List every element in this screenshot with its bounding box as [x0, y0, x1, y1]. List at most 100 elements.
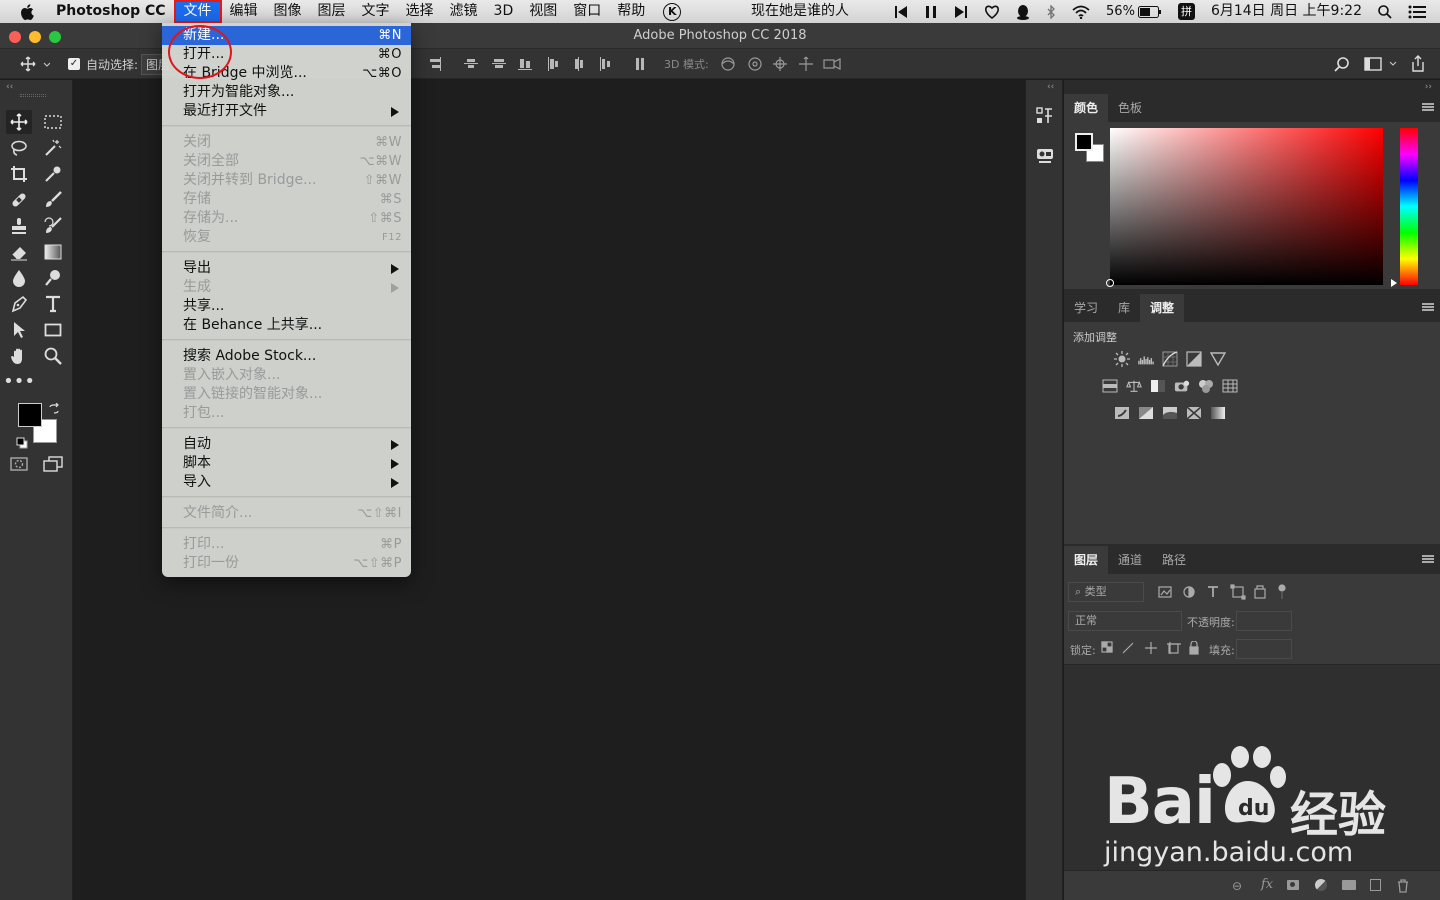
- vibrance-icon[interactable]: [1210, 352, 1226, 366]
- opacity-input[interactable]: [1236, 611, 1292, 631]
- layer-filter-dropdown[interactable]: ⌕ 类型: [1068, 582, 1144, 602]
- menu-3d[interactable]: 3D: [486, 0, 522, 23]
- new-group-icon[interactable]: [1342, 880, 1356, 890]
- zoom-window-button[interactable]: [49, 31, 61, 43]
- tab-libraries[interactable]: 库: [1108, 294, 1140, 322]
- pause-icon[interactable]: [924, 0, 938, 23]
- layers-panel-menu-icon[interactable]: [1422, 555, 1434, 563]
- foreground-color-swatch[interactable]: [18, 403, 42, 427]
- hand-tool-icon[interactable]: [6, 344, 32, 368]
- crop-tool-icon[interactable]: [6, 162, 32, 186]
- link-layers-icon[interactable]: ⊖: [1232, 879, 1242, 893]
- qq-penguin-icon[interactable]: [1016, 0, 1030, 23]
- default-colors-icon[interactable]: [16, 434, 28, 453]
- channel-mixer-icon[interactable]: [1198, 379, 1214, 393]
- swap-colors-icon[interactable]: [48, 400, 60, 419]
- gradient-map-icon[interactable]: [1210, 406, 1226, 420]
- blur-tool-icon[interactable]: [6, 266, 32, 290]
- menu-filter[interactable]: 滤镜: [442, 0, 486, 23]
- wifi-icon[interactable]: [1072, 0, 1090, 23]
- exposure-icon[interactable]: [1186, 351, 1202, 367]
- menu-select[interactable]: 选择: [398, 0, 442, 23]
- history-panel-icon[interactable]: [1036, 146, 1054, 168]
- k-status-icon[interactable]: K: [663, 2, 682, 21]
- delete-layer-icon[interactable]: [1397, 878, 1409, 897]
- tab-layers[interactable]: 图层: [1064, 546, 1109, 574]
- healing-brush-tool-icon[interactable]: [6, 188, 32, 212]
- eyedropper-tool-icon[interactable]: [40, 162, 66, 186]
- menu-layer[interactable]: 图层: [310, 0, 354, 23]
- menu-help[interactable]: 帮助: [609, 0, 653, 23]
- clone-stamp-tool-icon[interactable]: [6, 214, 32, 238]
- dodge-tool-icon[interactable]: [40, 266, 66, 290]
- next-track-icon[interactable]: [954, 0, 968, 23]
- battery-icon[interactable]: [1137, 0, 1162, 23]
- color-lookup-icon[interactable]: [1222, 379, 1238, 393]
- more-tools-icon[interactable]: •••: [3, 370, 35, 394]
- workspace-switcher-icon[interactable]: [1364, 49, 1398, 79]
- eraser-tool-icon[interactable]: [6, 240, 32, 264]
- menu-item-share-on-behance[interactable]: 在 Behance 上共享...: [162, 316, 411, 335]
- search-icon[interactable]: [1334, 49, 1350, 79]
- pen-tool-icon[interactable]: [6, 292, 32, 316]
- color-balance-icon[interactable]: [1126, 379, 1142, 393]
- screen-mode-icon[interactable]: [40, 452, 66, 476]
- photo-filter-icon[interactable]: [1174, 379, 1190, 393]
- menu-item-search-adobe-stock[interactable]: 搜索 Adobe Stock...: [162, 347, 411, 366]
- selective-color-icon[interactable]: [1186, 406, 1202, 420]
- tab-channels[interactable]: 通道: [1108, 546, 1152, 574]
- menu-window[interactable]: 窗口: [565, 0, 609, 23]
- hue-saturation-icon[interactable]: [1102, 379, 1118, 393]
- hue-slider[interactable]: [1400, 128, 1418, 285]
- previous-track-icon[interactable]: [894, 0, 908, 23]
- menu-item-import[interactable]: 导入: [162, 473, 411, 492]
- posterize-icon[interactable]: [1138, 406, 1154, 420]
- adjustment-layer-icon[interactable]: [1315, 879, 1327, 891]
- tab-swatches[interactable]: 色板: [1108, 94, 1152, 122]
- menu-item-open-recent[interactable]: 最近打开文件: [162, 102, 411, 121]
- auto-select-checkbox[interactable]: ✓: [68, 49, 80, 79]
- expand-dock-arrows-icon[interactable]: ››: [1425, 82, 1432, 92]
- bluetooth-icon[interactable]: [1046, 0, 1056, 23]
- close-window-button[interactable]: [9, 31, 21, 43]
- tab-adjustments[interactable]: 调整: [1140, 294, 1185, 322]
- properties-panel-icon[interactable]: [1036, 106, 1054, 130]
- type-tool-icon[interactable]: [40, 292, 66, 316]
- color-panel-menu-icon[interactable]: [1422, 103, 1434, 111]
- tab-learn[interactable]: 学习: [1064, 294, 1108, 322]
- marquee-tool-icon[interactable]: [40, 110, 66, 134]
- threshold-icon[interactable]: [1162, 406, 1178, 420]
- lasso-tool-icon[interactable]: [6, 136, 32, 160]
- minimize-window-button[interactable]: [29, 31, 41, 43]
- lock-icons-row[interactable]: [1101, 640, 1205, 659]
- menu-item-automate[interactable]: 自动: [162, 435, 411, 454]
- black-white-icon[interactable]: [1150, 379, 1166, 393]
- tab-paths[interactable]: 路径: [1152, 546, 1196, 574]
- history-brush-tool-icon[interactable]: [40, 214, 66, 238]
- toolbar-grip[interactable]: [20, 94, 46, 97]
- panel-foreground-swatch[interactable]: [1075, 133, 1093, 151]
- menu-item-share[interactable]: 共享...: [162, 297, 411, 316]
- app-name-menu[interactable]: Photoshop CC: [46, 0, 174, 23]
- menu-type[interactable]: 文字: [354, 0, 398, 23]
- invert-icon[interactable]: [1114, 406, 1130, 420]
- gradient-tool-icon[interactable]: [40, 240, 66, 264]
- tab-color[interactable]: 颜色: [1064, 94, 1109, 122]
- menu-view[interactable]: 视图: [521, 0, 565, 23]
- quick-mask-icon[interactable]: [6, 452, 32, 476]
- 3d-mode-icons[interactable]: [718, 49, 846, 79]
- magic-wand-tool-icon[interactable]: [40, 136, 66, 160]
- heart-icon[interactable]: [984, 0, 1000, 23]
- move-tool-icon[interactable]: [6, 110, 32, 134]
- spotlight-search-icon[interactable]: [1378, 0, 1392, 23]
- align-icons-group[interactable]: [428, 49, 658, 79]
- input-method-icon[interactable]: 拼: [1177, 0, 1195, 23]
- share-icon[interactable]: [1409, 49, 1427, 79]
- menu-item-open-as-smart-object[interactable]: 打开为智能对象...: [162, 83, 411, 102]
- collapse-arrows-icon[interactable]: ‹‹: [6, 82, 13, 92]
- brush-tool-icon[interactable]: [40, 188, 66, 212]
- layer-style-fx-button[interactable]: fx: [1261, 877, 1273, 892]
- levels-icon[interactable]: [1138, 352, 1154, 366]
- new-layer-icon[interactable]: [1370, 879, 1381, 891]
- add-mask-icon[interactable]: [1287, 880, 1299, 890]
